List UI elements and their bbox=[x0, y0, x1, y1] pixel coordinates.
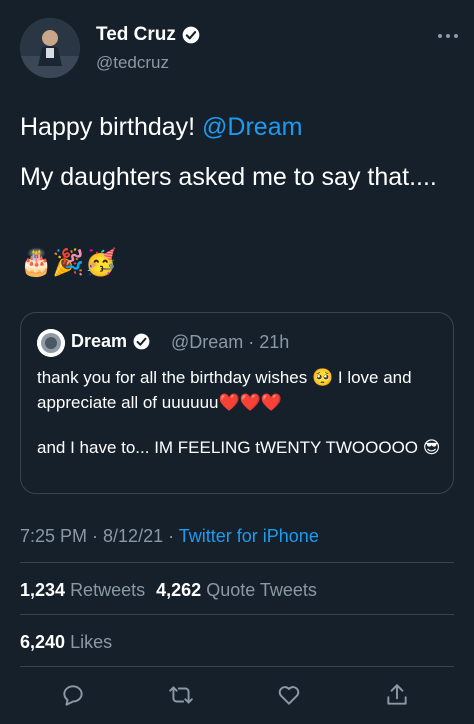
quotes-count[interactable]: 4,262 bbox=[156, 580, 201, 600]
tweet-emojis: 🎂🎉🥳 bbox=[20, 248, 118, 278]
timestamp[interactable]: 7:25 PM · 8/12/21 · bbox=[20, 526, 179, 546]
verified-icon bbox=[182, 26, 200, 44]
retweet-stats: 1,234 Retweets 4,262 Quote Tweets bbox=[20, 580, 317, 601]
quote-author-name-text: Dream bbox=[71, 331, 128, 351]
more-icon[interactable] bbox=[436, 28, 460, 44]
tweet-meta: 7:25 PM · 8/12/21 · Twitter for iPhone bbox=[20, 526, 319, 547]
action-bar bbox=[0, 676, 474, 712]
tweet-text-prefix: Happy birthday! bbox=[20, 113, 203, 141]
quotes-label[interactable]: Quote Tweets bbox=[206, 580, 317, 600]
author-name[interactable]: Ted Cruz bbox=[96, 24, 201, 46]
likes-count[interactable]: 6,240 bbox=[20, 632, 65, 652]
divider bbox=[20, 562, 454, 563]
tweet-text-line1: Happy birthday! @Dream bbox=[20, 110, 460, 144]
retweets-label[interactable]: Retweets bbox=[70, 580, 145, 600]
quote-author-avatar bbox=[37, 329, 65, 357]
reply-icon[interactable] bbox=[60, 682, 86, 708]
retweet-icon[interactable] bbox=[168, 682, 194, 708]
likes-label[interactable]: Likes bbox=[70, 632, 112, 652]
divider bbox=[20, 614, 454, 615]
tweet-text-line2: My daughters asked me to say that.... bbox=[20, 163, 437, 191]
author-handle[interactable]: @tedcruz bbox=[96, 53, 169, 73]
like-stats: 6,240 Likes bbox=[20, 632, 112, 653]
tweet-header: Ted Cruz @tedcruz bbox=[20, 18, 460, 78]
verified-icon bbox=[133, 333, 150, 350]
quote-author-name: Dream bbox=[71, 331, 151, 352]
source-link[interactable]: Twitter for iPhone bbox=[179, 526, 319, 546]
quote-text-2: and I have to... IM FEELING tWENTY TWOOO… bbox=[37, 438, 441, 457]
author-avatar[interactable] bbox=[20, 18, 80, 78]
author-name-text: Ted Cruz bbox=[96, 24, 176, 45]
share-icon[interactable] bbox=[384, 682, 410, 708]
like-icon[interactable] bbox=[276, 682, 302, 708]
retweets-count[interactable]: 1,234 bbox=[20, 580, 65, 600]
quoted-tweet[interactable]: Dream @Dream · 21h thank you for all the… bbox=[20, 312, 454, 494]
quote-text-1: thank you for all the birthday wishes 🥺 … bbox=[37, 368, 412, 412]
quote-meta: @Dream · 21h bbox=[171, 332, 290, 352]
divider bbox=[20, 666, 454, 667]
mention-link[interactable]: @Dream bbox=[202, 113, 302, 141]
